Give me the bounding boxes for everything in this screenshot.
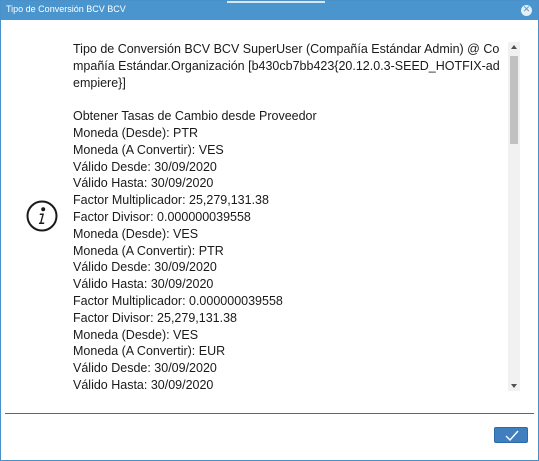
scroll-down-arrow-icon[interactable] (511, 384, 517, 388)
message-line: Moneda (A Convertir): VES (73, 142, 224, 157)
message-line: Factor Divisor: 25,279,131.38 (73, 310, 237, 325)
message-line: Factor Multiplicador: 25,279,131.38 (73, 193, 269, 208)
background-window-edge (227, 1, 325, 3)
message-line: Válido Hasta: 30/09/2020 (73, 277, 214, 292)
window-title: Tipo de Conversión BCV BCV (6, 4, 126, 14)
message-line: Factor Multiplicador: 0.000000039558 (73, 293, 283, 308)
dialog-window: Tipo de Conversión BCV BCV ✕ Tipo de Con… (0, 0, 539, 461)
message-line: Válido Desde: 30/09/2020 (73, 159, 217, 174)
message-line: Válido Desde: 30/09/2020 (73, 260, 217, 275)
vertical-scrollbar[interactable] (508, 42, 520, 391)
message-line: Válido Desde: 30/09/2020 (73, 361, 217, 376)
ok-button[interactable] (494, 427, 528, 443)
footer-divider (5, 413, 534, 414)
message-header: Tipo de Conversión BCV BCV SuperUser (Co… (73, 42, 500, 90)
scroll-up-arrow-icon[interactable] (511, 45, 517, 49)
message-line: Válido Hasta: 30/09/2020 (73, 377, 214, 392)
message-line: Moneda (Desde): VES (73, 226, 199, 241)
message-line: Obtener Tasas de Cambio desde Proveedor (73, 109, 317, 124)
close-icon[interactable]: ✕ (521, 5, 532, 16)
message-line: Moneda (A Convertir): PTR (73, 243, 224, 258)
info-icon (26, 200, 58, 232)
title-bar[interactable]: Tipo de Conversión BCV BCV ✕ (1, 1, 538, 20)
checkmark-icon (505, 430, 519, 441)
message-line: Válido Hasta: 30/09/2020 (73, 176, 214, 191)
message-content: Tipo de Conversión BCV BCV SuperUser (Co… (73, 41, 506, 392)
message-line: Moneda (Desde): VES (73, 327, 199, 342)
message-line: Factor Divisor: 0.000000039558 (73, 209, 251, 224)
message-line: Moneda (A Convertir): EUR (73, 344, 226, 359)
scrollbar-thumb[interactable] (510, 56, 518, 144)
message-line: Moneda (Desde): PTR (73, 125, 199, 140)
